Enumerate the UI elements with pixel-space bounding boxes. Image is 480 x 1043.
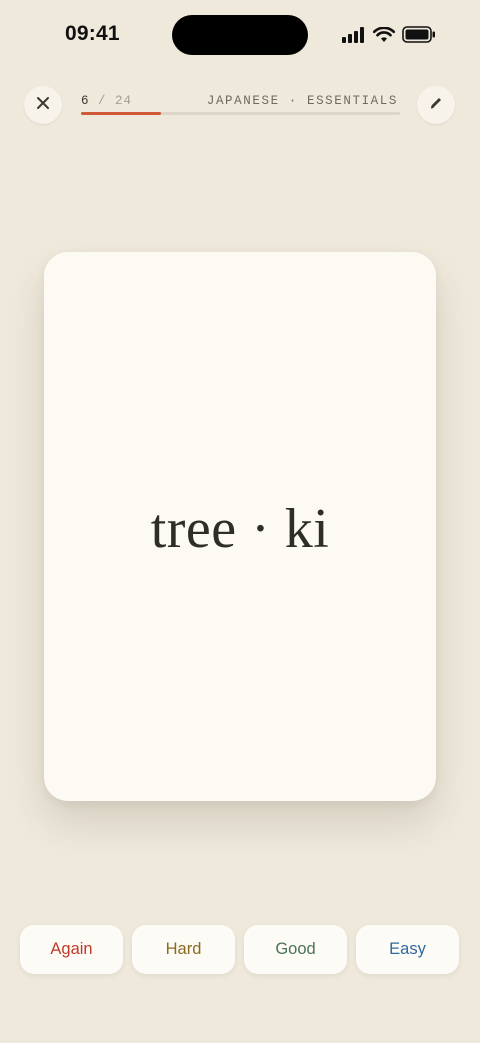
close-button[interactable] <box>24 86 62 124</box>
progress-bar <box>81 112 400 115</box>
flashcard[interactable]: tree · ki <box>44 252 436 801</box>
dynamic-island <box>172 15 308 55</box>
edit-button[interactable] <box>417 86 455 124</box>
pencil-icon <box>428 95 444 116</box>
progress-total: / 24 <box>89 94 133 108</box>
cellular-signal-icon <box>342 26 366 48</box>
status-icons <box>342 26 436 48</box>
progress-current: 6 <box>81 94 90 108</box>
status-time: 09:41 <box>65 22 120 45</box>
battery-icon <box>402 26 436 48</box>
flashcard-text: tree · ki <box>150 497 330 560</box>
deck-title: JAPANESE · ESSENTIALS <box>206 94 398 108</box>
close-icon <box>36 96 50 115</box>
rating-buttons: Again Hard Good Easy <box>20 925 459 974</box>
easy-button[interactable]: Easy <box>356 925 459 974</box>
wifi-icon <box>372 26 396 48</box>
good-button[interactable]: Good <box>244 925 347 974</box>
again-button[interactable]: Again <box>20 925 123 974</box>
hard-button[interactable]: Hard <box>132 925 235 974</box>
progress-counter: 6 / 24 <box>81 94 132 108</box>
progress-bar-fill <box>81 112 161 115</box>
